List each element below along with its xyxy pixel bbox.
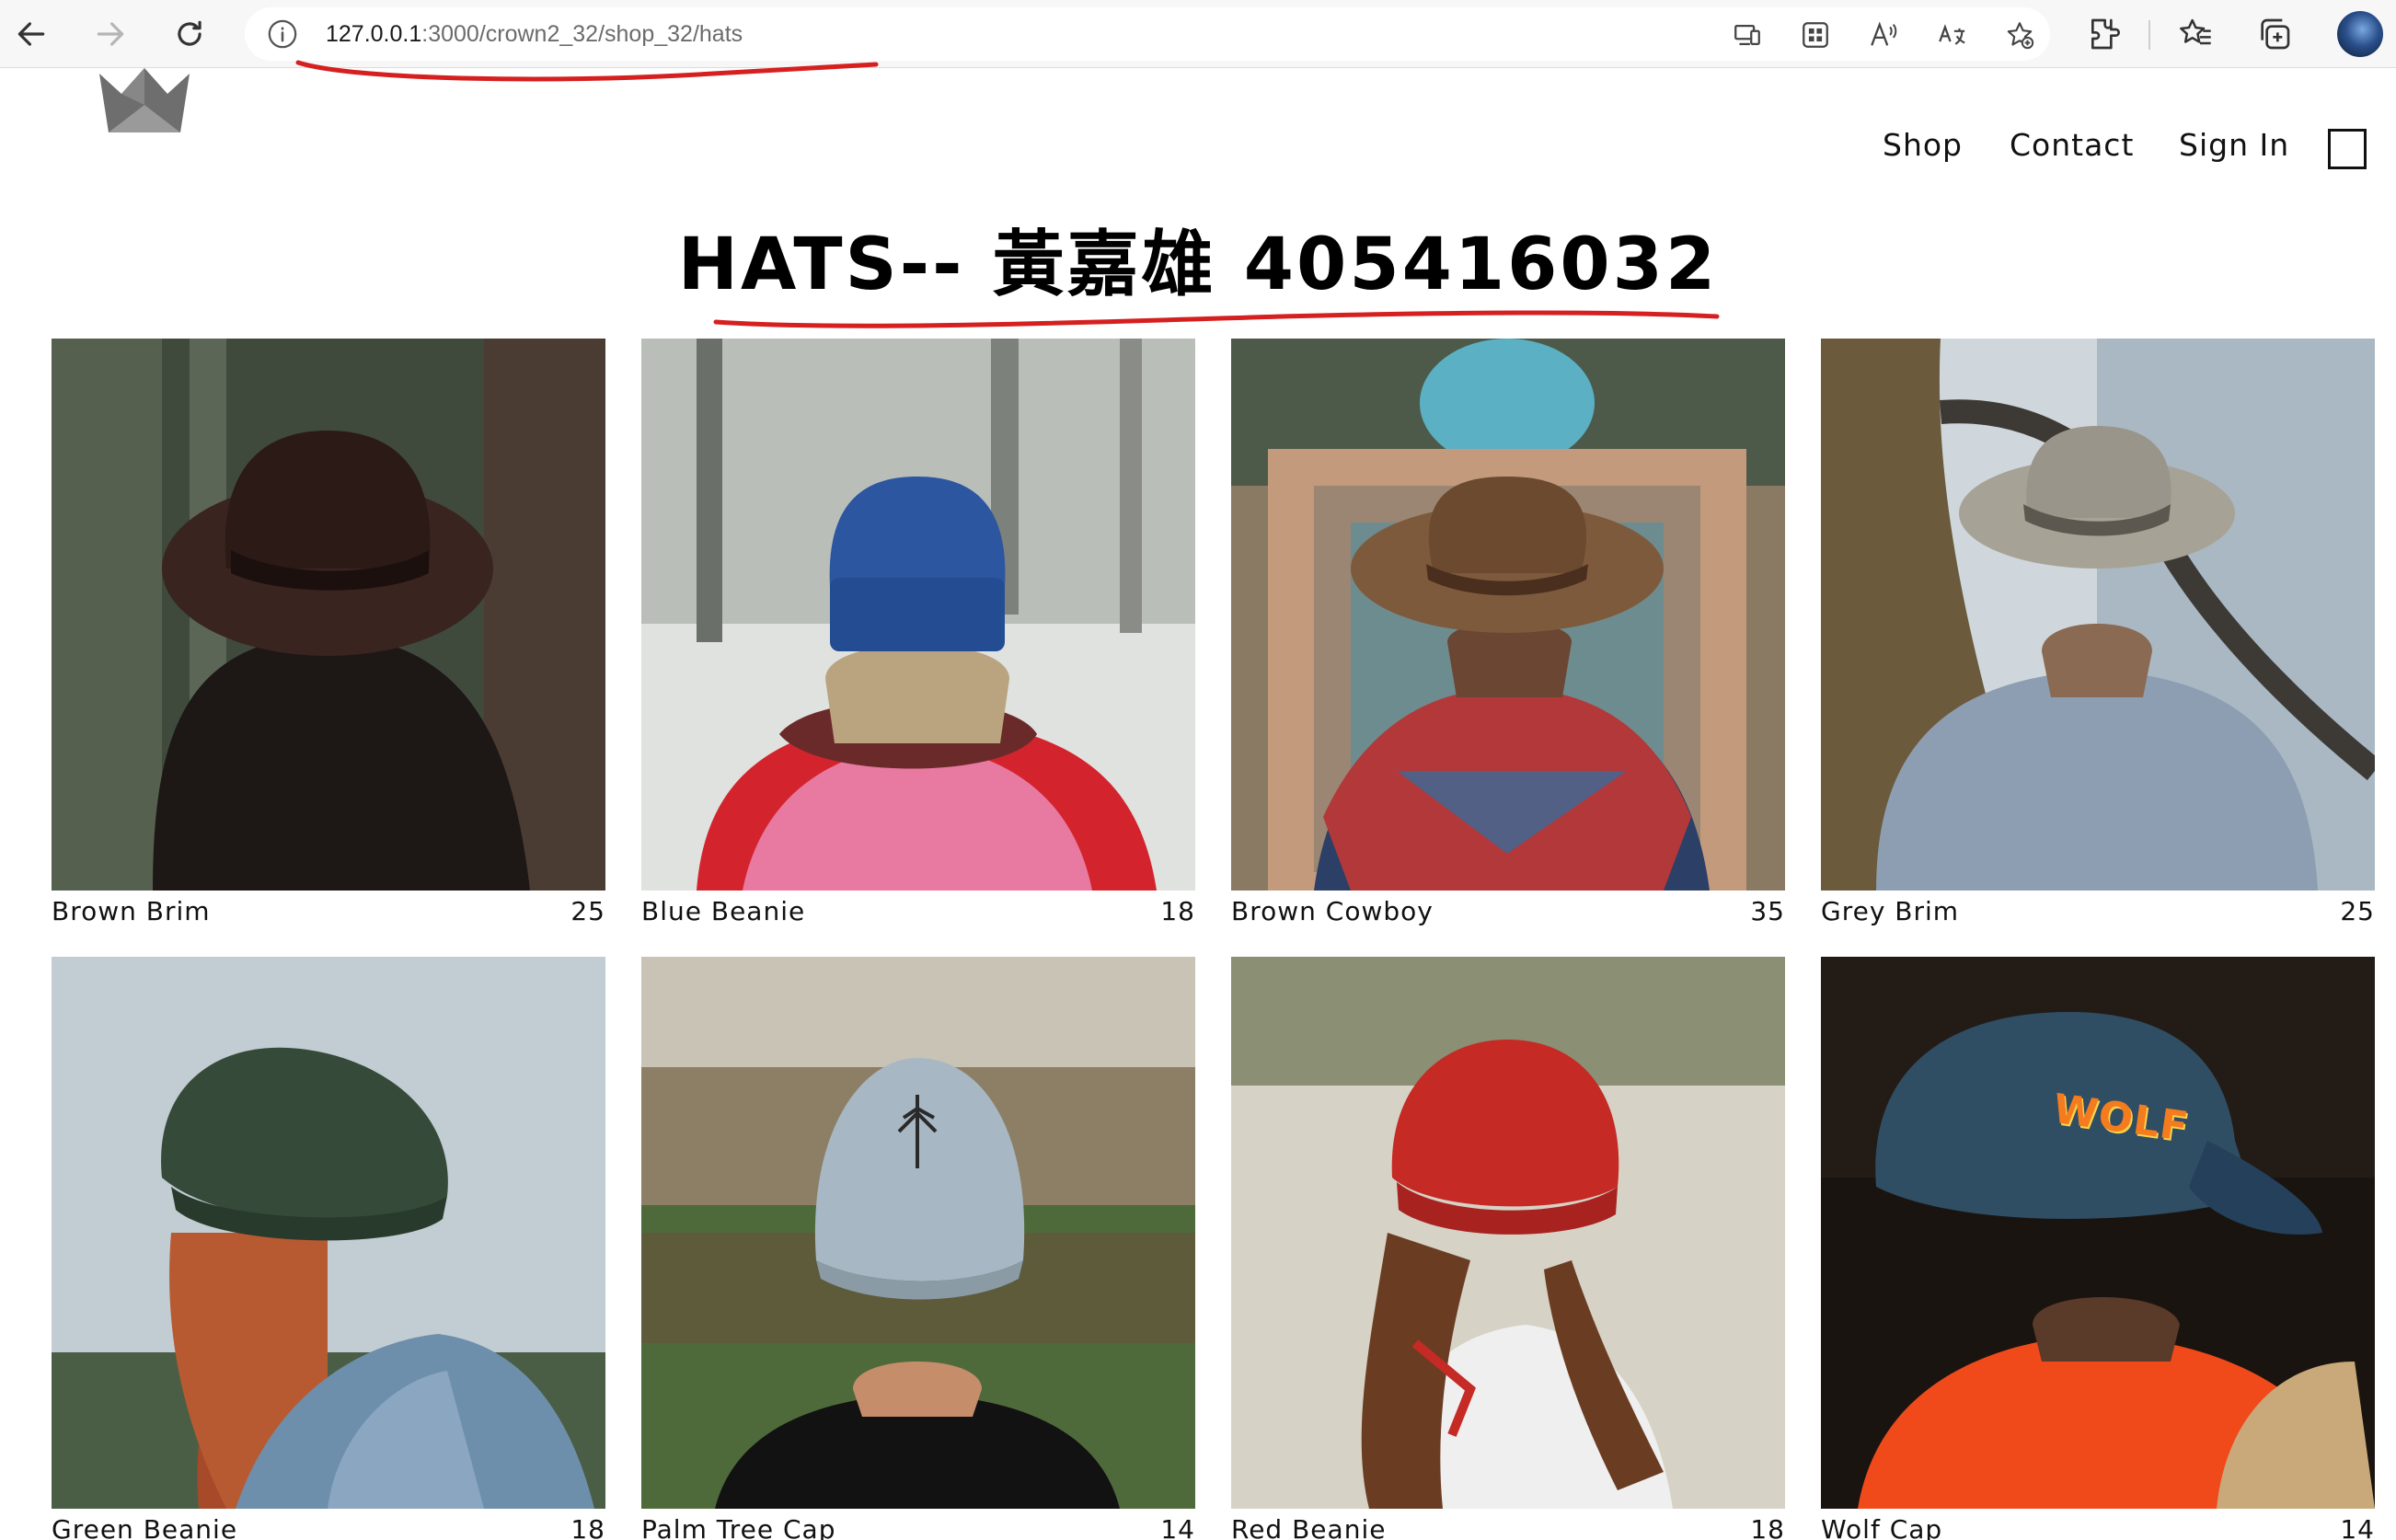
product-image[interactable] [641,957,1195,1509]
product-image[interactable] [641,339,1195,891]
product-footer: Red Beanie 18 [1231,1514,1785,1540]
product-card[interactable]: Brown Brim 25 [52,339,605,926]
product-image[interactable] [1821,339,2375,891]
product-card[interactable]: WOLF Wolf Cap 14 [1821,957,2375,1540]
address-bar[interactable]: 127.0.0.1:3000/crown2_32/shop_32/hats [245,7,2050,61]
product-price: 14 [2340,1514,2375,1540]
app-available-icon[interactable] [1732,19,1763,51]
product-footer: Palm Tree Cap 14 [641,1514,1195,1540]
product-card[interactable]: Brown Cowboy 35 [1231,339,1785,926]
product-name: Green Beanie [52,1514,238,1540]
browser-toolbar: 127.0.0.1:3000/crown2_32/shop_32/hats [0,0,2396,68]
url-path: :3000/crown2_32/shop_32/hats [421,21,743,47]
forward-button[interactable] [86,10,134,58]
title-annotation-underline [713,310,1720,328]
crown-logo-icon[interactable] [94,68,195,138]
translate-icon[interactable] [1936,19,1967,51]
read-aloud-icon[interactable] [1868,19,1899,51]
product-price: 25 [570,896,605,926]
product-card[interactable]: Green Beanie 18 [52,957,605,1540]
arrow-left-icon [17,22,45,46]
product-price: 14 [1160,1514,1195,1540]
nav-shop-link[interactable]: Shop [1883,125,1963,166]
url-text[interactable]: 127.0.0.1:3000/crown2_32/shop_32/hats [326,7,743,61]
product-image[interactable]: WOLF [1821,957,2375,1509]
product-card[interactable]: Grey Brim 25 [1821,339,2375,926]
product-name: Wolf Cap [1821,1514,1943,1540]
product-footer: Green Beanie 18 [52,1514,605,1540]
product-name: Palm Tree Cap [641,1514,836,1540]
info-icon[interactable] [267,18,298,50]
product-footer: Grey Brim 25 [1821,896,2375,933]
product-card[interactable]: Palm Tree Cap 14 [641,957,1195,1540]
product-price: 25 [2340,896,2375,926]
product-name: Brown Cowboy [1231,896,1434,926]
favorites-icon[interactable] [2177,16,2214,52]
back-button[interactable] [7,10,55,58]
url-host: 127.0.0.1 [326,21,422,47]
product-price: 18 [570,1514,605,1540]
product-footer: Brown Brim 25 [52,896,605,933]
profile-avatar[interactable] [2337,11,2383,57]
product-image[interactable] [52,339,605,891]
nav-contact-link[interactable]: Contact [2010,125,2134,166]
product-card[interactable]: Red Beanie 18 [1231,957,1785,1540]
product-name: Grey Brim [1821,896,1960,926]
product-price: 18 [1160,896,1195,926]
product-card[interactable]: Blue Beanie 18 [641,339,1195,926]
product-name: Red Beanie [1231,1514,1387,1540]
product-name: Brown Brim [52,896,211,926]
product-image[interactable] [52,957,605,1509]
apps-grid-icon[interactable] [1800,19,1831,51]
product-image[interactable] [1231,957,1785,1509]
extensions-icon[interactable] [2085,16,2122,52]
add-favorite-icon[interactable] [2004,19,2035,51]
site-header: Shop Contact Sign In [0,68,2396,169]
product-footer: Wolf Cap 14 [1821,1514,2375,1540]
product-price: 35 [1750,896,1785,926]
arrow-right-icon [97,22,124,46]
product-footer: Brown Cowboy 35 [1231,896,1785,933]
page-title: HATS-- 黃嘉雄 405416032 [677,224,1719,306]
nav-sign-in-link[interactable]: Sign In [2179,125,2289,166]
collections-icon[interactable] [2256,16,2293,52]
product-price: 18 [1750,1514,1785,1540]
shopping-bag-icon[interactable] [2328,129,2367,169]
toolbar-separator [2148,20,2150,50]
product-image[interactable] [1231,339,1785,891]
product-name: Blue Beanie [641,896,806,926]
reload-button[interactable] [166,10,213,58]
reload-icon [178,20,202,46]
product-footer: Blue Beanie 18 [641,896,1195,933]
